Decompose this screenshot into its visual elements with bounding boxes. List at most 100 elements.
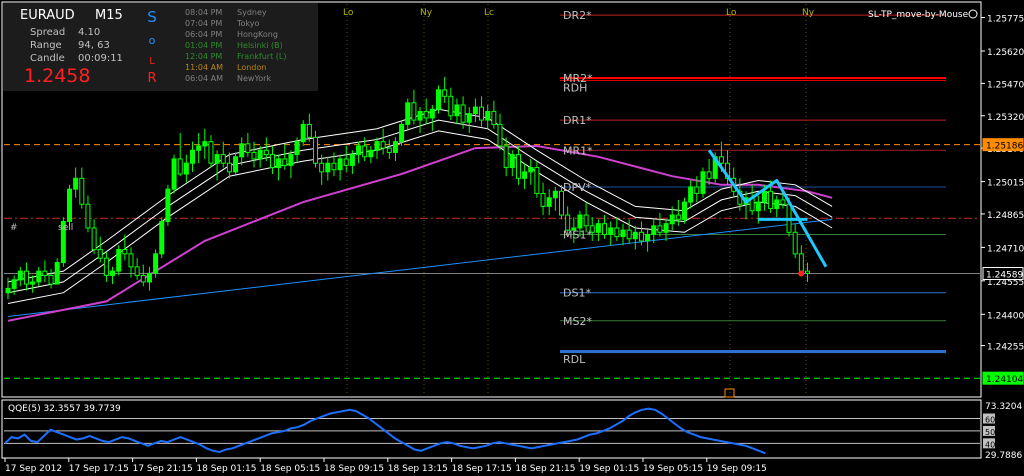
candle-body [479, 106, 485, 121]
candle [645, 227, 651, 252]
chart-window[interactable]: 1.257751.256201.254701.253201.251701.250… [0, 0, 1024, 476]
candle-body [11, 279, 17, 289]
candle-body [165, 188, 171, 223]
candle-body [153, 253, 159, 274]
candle [614, 217, 620, 241]
time-axis-label: 17 Sep 17:15 [69, 464, 129, 474]
candle-body [651, 225, 657, 235]
price-chart[interactable]: 1.257751.256201.254701.253201.251701.250… [0, 0, 1024, 476]
direction-indicator-letter: S [147, 8, 157, 26]
pivot-label: MS2* [563, 315, 592, 328]
candle-body [116, 249, 122, 272]
candle [392, 137, 398, 162]
candle [405, 98, 411, 131]
candle-body [761, 190, 767, 203]
candle [196, 133, 202, 164]
symbol-label: EURAUD [20, 8, 75, 23]
candle [5, 277, 11, 300]
candle [325, 156, 331, 181]
candle [399, 120, 405, 146]
candle-body [349, 154, 355, 166]
candle [146, 266, 152, 291]
candle-body [202, 141, 208, 147]
candle [509, 150, 515, 177]
candle [214, 150, 220, 181]
candle-body [319, 162, 325, 173]
envelope-lower-line [7, 130, 833, 304]
candle [306, 113, 312, 142]
pivot-label: MR1* [563, 144, 593, 157]
current-price-dot[interactable] [798, 270, 805, 277]
candle [651, 219, 657, 244]
candle-body [515, 154, 521, 179]
candle-body [85, 203, 91, 229]
trendline[interactable] [7, 218, 833, 317]
candle [442, 76, 448, 103]
candle-body [220, 154, 226, 164]
candle-body [706, 171, 712, 179]
candle [675, 199, 681, 226]
price-marker-label: 1.24104 [986, 375, 1023, 385]
qqe-axis-label: 29.7886 [985, 451, 1022, 461]
candle [54, 258, 60, 285]
candle [429, 104, 435, 131]
candle-body [682, 201, 687, 220]
price-marker[interactable]: 1.24104 [982, 371, 1024, 385]
candle-body [343, 158, 349, 166]
candle-body [282, 158, 288, 166]
candle [497, 113, 503, 151]
candle-body [362, 145, 368, 158]
candle [269, 145, 275, 175]
price-marker[interactable]: 1.25186 [982, 138, 1024, 152]
candle-body [577, 214, 583, 229]
range-label: Range [30, 40, 62, 51]
candle-body [251, 151, 257, 160]
candle-body [602, 223, 608, 235]
candle [485, 104, 491, 129]
candle [472, 98, 478, 123]
time-axis-label: 18 Sep 21:15 [515, 464, 575, 474]
spread-label: Spread [30, 27, 65, 38]
candle-body [263, 149, 269, 156]
candle-body [177, 158, 183, 175]
candle [805, 262, 810, 282]
session-city: Tokyo [236, 19, 260, 28]
candle-body [110, 270, 116, 276]
candle-body [626, 229, 632, 240]
candle [294, 137, 300, 164]
pivot-label: DPV* [563, 181, 592, 194]
candle [177, 133, 183, 177]
candle-body [276, 158, 282, 169]
candle [386, 139, 392, 159]
time-axis-label: 18 Sep 09:15 [324, 464, 384, 474]
candle [522, 163, 528, 190]
candle-body [700, 171, 706, 194]
session-city: London [237, 63, 266, 72]
candle-body [528, 167, 534, 173]
candle [190, 141, 195, 172]
candle-body [190, 149, 195, 164]
candle [300, 120, 306, 146]
price-marker[interactable]: 1.24589 [982, 267, 1024, 281]
candle [134, 258, 140, 280]
session-time: 12:04 PM [185, 52, 222, 61]
qqe-axis-label: 50 [985, 428, 995, 437]
candle [103, 251, 109, 282]
candle-body [368, 149, 374, 158]
candle-body [233, 156, 239, 173]
candle [792, 223, 798, 259]
candle-body [798, 253, 804, 272]
candle [226, 152, 232, 179]
candle [503, 137, 509, 177]
candle [67, 184, 72, 226]
candle [515, 145, 521, 185]
session-time: 06:04 PM [185, 30, 222, 39]
candle-body [755, 201, 761, 212]
candle [97, 236, 103, 263]
candle [153, 249, 159, 278]
pivot-label: MS1* [563, 228, 592, 241]
candle [411, 89, 417, 125]
candle-body [97, 249, 103, 259]
candle-body [638, 231, 644, 242]
candle-body [196, 145, 202, 151]
